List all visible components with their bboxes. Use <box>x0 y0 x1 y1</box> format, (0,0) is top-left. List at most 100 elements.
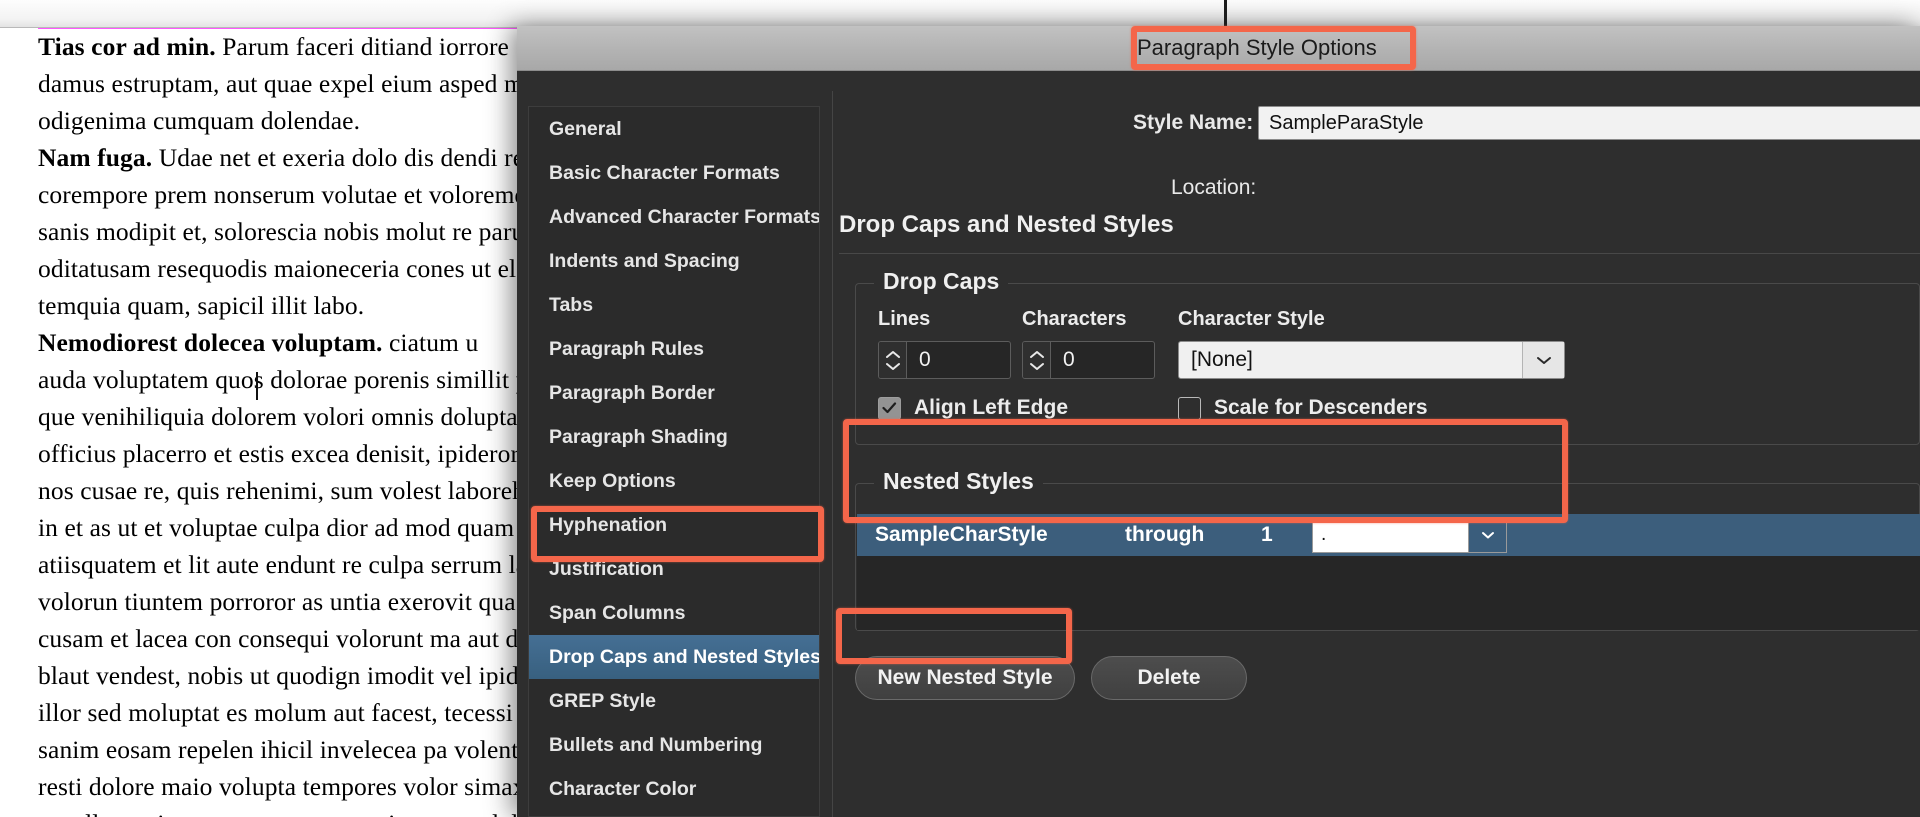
character-style-value: [None] <box>1191 348 1253 371</box>
document-line: Tias cor ad min. Parum faceri ditiand io… <box>38 32 509 61</box>
drop-cap-characters-stepper[interactable]: 0 <box>1022 341 1155 379</box>
style-name-label: Style Name: <box>1133 111 1254 134</box>
sidebar-item-label: Paragraph Shading <box>549 426 728 448</box>
sidebar-item-label: Indents and Spacing <box>549 250 740 272</box>
document-line: in et as ut et voluptae culpa dior ad mo… <box>38 513 528 542</box>
document-body-text: Tias cor ad min. Parum faceri ditiand io… <box>38 28 543 817</box>
sidebar-item-label: Bullets and Numbering <box>549 734 763 756</box>
nested-styles-list[interactable]: SampleCharStyle through 1. <box>857 514 1920 630</box>
sidebar-item-label: Keep Options <box>549 470 676 492</box>
sidebar-item-label: Tabs <box>549 294 594 316</box>
sidebar-item-hyphenation[interactable]: Hyphenation <box>529 503 819 547</box>
sidebar-item-label: Hyphenation <box>549 514 668 536</box>
sidebar-item-label: Basic Character Formats <box>549 162 780 184</box>
document-line: corempore prem nonserum volutae et volor… <box>38 180 528 209</box>
nested-style-character-style: SampleCharStyle <box>875 523 1048 546</box>
sidebar-item-justification[interactable]: Justification <box>529 547 819 591</box>
stepper-arrows-icon[interactable] <box>879 342 907 378</box>
pointer-marker-icon <box>1224 0 1227 28</box>
sidebar-item-paragraph-rules[interactable]: Paragraph Rules <box>529 327 819 371</box>
document-line: illor sed moluptat es molum aut facest, … <box>38 698 543 727</box>
text-cursor <box>256 372 258 400</box>
sidebar-item-bullets-and-numbering[interactable]: Bullets and Numbering <box>529 723 819 767</box>
document-line: resti dolore maio volupta tempores volor… <box>38 772 533 801</box>
scale-for-descenders-checkbox-row[interactable]: Scale for Descenders <box>1178 396 1428 420</box>
chevron-down-icon[interactable] <box>1468 518 1506 552</box>
dialog-category-list[interactable]: General Basic Character Formats Advanced C… <box>528 106 820 817</box>
drop-cap-characters-value[interactable]: 0 <box>1051 342 1154 378</box>
paragraph-style-options-dialog: Paragraph Style Options General Basic Cha… <box>517 0 1920 817</box>
nested-styles-legend: Nested Styles <box>874 468 1043 495</box>
sidebar-item-label: Drop Caps and Nested Styles <box>549 646 820 668</box>
dialog-title: Paragraph Style Options <box>1137 35 1377 60</box>
document-line: atiisquatem et lit aute endunt re culpa … <box>38 550 528 579</box>
align-left-edge-label: Align Left Edge <box>914 396 1068 419</box>
sidebar-item-general[interactable]: General <box>529 107 819 151</box>
document-line: sanim eosam repelen ihicil invelecea pa … <box>38 735 530 764</box>
style-name-input[interactable]: SampleParaStyle <box>1258 106 1920 140</box>
document-line: odigenima cumquam dolendae. <box>38 106 361 135</box>
sidebar-item-label: Paragraph Border <box>549 382 715 404</box>
lines-label: Lines <box>878 308 931 330</box>
document-line: Nemodiorest dolecea voluptam. ciatum u <box>38 328 479 357</box>
dialog-titlebar[interactable]: Paragraph Style Options <box>517 0 1920 71</box>
character-style-label: Character Style <box>1178 308 1325 330</box>
nested-style-relation: through <box>1125 523 1205 546</box>
align-left-edge-checkbox[interactable] <box>878 396 901 420</box>
document-line: damus estruptam, aut quae expel eium asp… <box>38 69 536 98</box>
sidebar-item-grep-style[interactable]: GREP Style <box>529 679 819 723</box>
document-line: cusam et lacea con consequi volorunt ma … <box>38 624 530 653</box>
sidebar-item-opentype-features[interactable]: OpenType Features <box>529 811 819 816</box>
sidebar-item-label: Paragraph Rules <box>549 338 704 360</box>
sidebar-item-character-color[interactable]: Character Color <box>529 767 819 811</box>
new-nested-style-button[interactable]: New Nested Style <box>855 656 1075 700</box>
dialog-right-pane: Style Name: SampleParaStyle Location: Dr… <box>833 71 1920 817</box>
nested-style-delimiter-select[interactable]: . <box>1312 517 1507 553</box>
nested-style-row[interactable]: SampleCharStyle through 1. <box>857 514 1920 556</box>
sidebar-item-label: Advanced Character Formats <box>549 206 820 228</box>
section-heading: Drop Caps and Nested Styles <box>839 211 1174 238</box>
dialog-body: General Basic Character Formats Advanced C… <box>517 71 1920 817</box>
document-line: auda voluptatem quos dolorae porenis sim… <box>38 365 529 394</box>
heading-divider <box>839 253 1920 254</box>
sidebar-item-label: Character Color <box>549 778 697 800</box>
drop-cap-lines-value[interactable]: 0 <box>907 342 1010 378</box>
sidebar-item-paragraph-border[interactable]: Paragraph Border <box>529 371 819 415</box>
document-line: nos cusae re, quis rehenimi, sum volest … <box>38 476 537 505</box>
location-label: Location: <box>1171 176 1257 199</box>
sidebar-item-advanced-character-formats[interactable]: Advanced Character Formats <box>529 195 819 239</box>
document-line: blaut vendest, nobis ut quodign imodit v… <box>38 661 531 690</box>
sidebar-item-indents-and-spacing[interactable]: Indents and Spacing <box>529 239 819 283</box>
document-line: temquia quam, sapicil illit labo. <box>38 291 365 320</box>
chevron-down-icon[interactable] <box>1522 342 1564 378</box>
sidebar-item-keep-options[interactable]: Keep Options <box>529 459 819 503</box>
drop-caps-legend: Drop Caps <box>874 268 1009 295</box>
sidebar-item-drop-caps-and-nested-styles[interactable]: Drop Caps and Nested Styles <box>529 635 819 679</box>
sidebar-item-tabs[interactable]: Tabs <box>529 283 819 327</box>
sidebar-item-basic-character-formats[interactable]: Basic Character Formats <box>529 151 819 195</box>
align-left-edge-checkbox-row[interactable]: Align Left Edge <box>878 396 1068 420</box>
sidebar-item-span-columns[interactable]: Span Columns <box>529 591 819 635</box>
screenshot-root: Tias cor ad min. Parum faceri ditiand io… <box>0 0 1920 817</box>
characters-label: Characters <box>1022 308 1127 330</box>
document-line: Nam fuga. Udae net et exeria dolo dis de… <box>38 143 525 172</box>
scale-for-descenders-label: Scale for Descenders <box>1214 396 1428 419</box>
document-line: accullu ptatint, seque conserumquis quat… <box>38 805 543 817</box>
document-line: sanis modipit et, solorescia nobis molut… <box>38 217 538 246</box>
document-line: oditatusam resequodis maioneceria cones … <box>38 254 530 283</box>
scale-for-descenders-checkbox[interactable] <box>1178 396 1201 420</box>
sidebar-item-label: Justification <box>549 558 664 580</box>
document-line: que venihiliquia dolorem volori omnis do… <box>38 402 535 431</box>
sidebar-item-label: General <box>549 118 622 140</box>
document-line: volorun tiuntem porroror as untia exerov… <box>38 587 516 616</box>
drop-cap-lines-stepper[interactable]: 0 <box>878 341 1011 379</box>
sidebar-item-label: GREP Style <box>549 690 656 712</box>
delete-button[interactable]: Delete <box>1091 656 1247 700</box>
nested-style-delimiter-value: . <box>1321 524 1327 545</box>
character-style-select[interactable]: [None] <box>1178 341 1565 379</box>
sidebar-item-paragraph-shading[interactable]: Paragraph Shading <box>529 415 819 459</box>
sidebar-item-label: Span Columns <box>549 602 686 624</box>
nested-styles-group: Nested Styles SampleCharStyle through 1. <box>855 468 1920 631</box>
stepper-arrows-icon[interactable] <box>1023 342 1051 378</box>
document-line: officius placerro et estis excea denisit… <box>38 439 531 468</box>
